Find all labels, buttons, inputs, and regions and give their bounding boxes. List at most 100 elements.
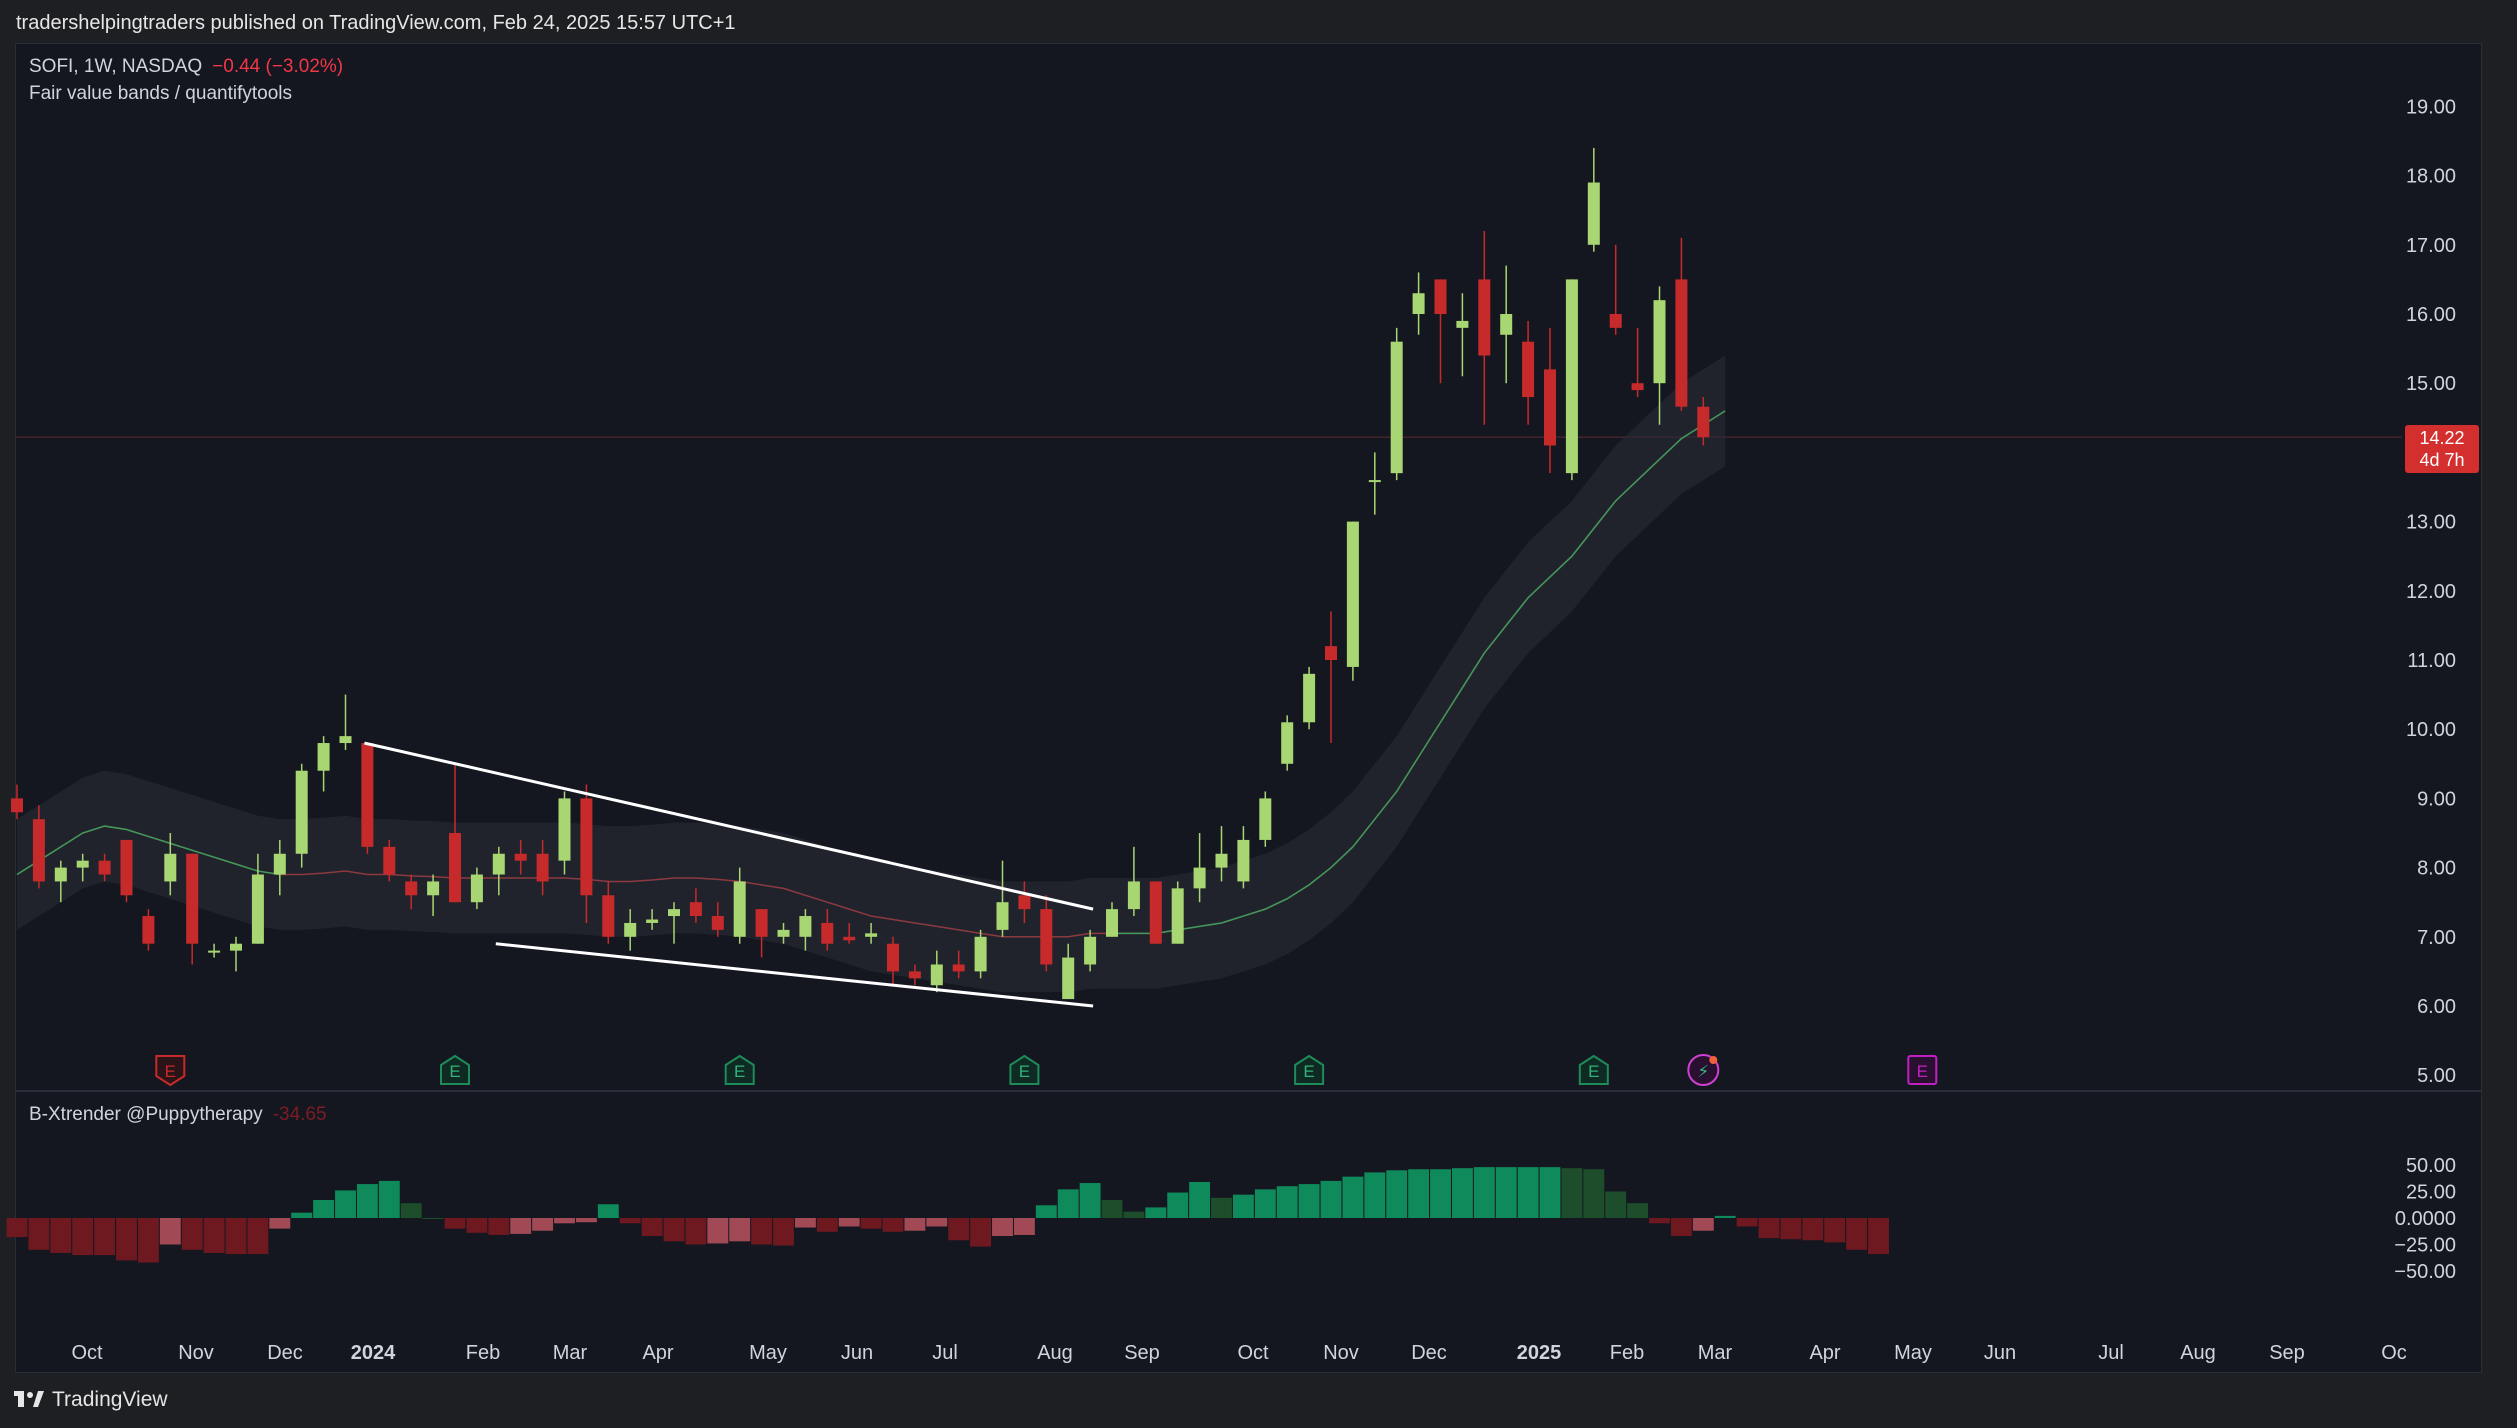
histogram-bar: [926, 1218, 948, 1227]
price-tick-label: 18.00: [2406, 166, 2456, 188]
time-tick-label: Aug: [2180, 1342, 2216, 1364]
main-legend[interactable]: SOFI, 1W, NASDAQ −0.44 (−3.02%): [29, 56, 343, 78]
earnings-marker[interactable]: E: [724, 1054, 755, 1085]
candle-body: [1412, 293, 1425, 314]
candle-body: [76, 860, 89, 868]
candle: [1675, 237, 1688, 411]
histogram-bar: [1627, 1203, 1649, 1218]
candle: [1500, 265, 1513, 384]
candle-body: [32, 819, 45, 882]
candle: [208, 943, 221, 958]
price-tick-label: 6.00: [2417, 996, 2456, 1018]
histogram-bar: [1736, 1218, 1758, 1227]
candle-body: [1456, 320, 1469, 328]
candle: [1149, 881, 1162, 944]
candle-body: [230, 943, 242, 951]
candle-body: [777, 929, 790, 937]
earnings-marker-label: E: [165, 1062, 176, 1081]
histogram-bar: [94, 1218, 116, 1256]
candle: [295, 763, 308, 868]
price-tick-label: 11.00: [2407, 650, 2456, 672]
histogram-bar: [1583, 1169, 1605, 1218]
indicator-legend[interactable]: Fair value bands / quantifytools: [29, 83, 292, 105]
time-tick-label: Oct: [71, 1342, 103, 1364]
price-tick-label: 15.00: [2406, 373, 2456, 395]
price-change: −0.44 (−3.02%): [212, 56, 344, 77]
time-tick-label: Oct: [1237, 1342, 1269, 1364]
tradingview-icon: [14, 1391, 44, 1407]
histogram-bar: [1846, 1218, 1868, 1250]
candle-body: [142, 916, 155, 944]
candle-body: [470, 874, 483, 903]
time-tick-label: Feb: [1610, 1342, 1644, 1364]
tradingview-logo[interactable]: TradingView: [14, 1388, 168, 1412]
earnings-marker-label: E: [1917, 1062, 1928, 1081]
time-tick-label: Feb: [466, 1342, 500, 1364]
candle: [1544, 327, 1556, 474]
candle-body: [1149, 881, 1162, 944]
earnings-marker[interactable]: E: [1294, 1054, 1325, 1085]
histogram-bar: [1276, 1186, 1298, 1218]
candle-body: [1171, 888, 1184, 944]
candle-body: [427, 881, 440, 896]
indicator-label[interactable]: Fair value bands / quantifytools: [29, 83, 292, 104]
histogram-bar: [882, 1218, 904, 1232]
earnings-marker[interactable]: E: [1907, 1055, 1938, 1085]
candle-body: [887, 943, 899, 972]
candle-body: [1544, 369, 1556, 446]
earnings-marker[interactable]: ⚡: [1687, 1054, 1720, 1086]
candle-body: [1303, 673, 1316, 723]
sub-legend[interactable]: B-Xtrender @Puppytherapy -34.65: [29, 1104, 327, 1126]
time-tick-label: Dec: [267, 1342, 303, 1364]
candle-body: [558, 798, 571, 861]
histogram-bar: [816, 1218, 838, 1232]
time-tick-label: Jun: [841, 1342, 873, 1364]
candle-body: [273, 853, 286, 875]
candle-body: [1675, 279, 1688, 407]
candle: [1171, 881, 1184, 944]
candle-body: [295, 770, 308, 854]
symbol-label[interactable]: SOFI, 1W, NASDAQ: [29, 56, 202, 77]
histogram-bar: [1649, 1218, 1670, 1224]
candle-body: [1587, 182, 1600, 245]
candle: [755, 909, 768, 958]
candle: [1127, 846, 1140, 917]
grid-layer: [16, 436, 2482, 1092]
candle-body: [120, 839, 133, 896]
candle: [1522, 320, 1535, 425]
fair-value-band: [17, 355, 1726, 993]
time-tick-label: Jun: [1984, 1342, 2016, 1364]
histogram-bar: [1517, 1167, 1539, 1218]
histogram-bar: [28, 1218, 50, 1250]
histogram-bar: [1167, 1192, 1189, 1218]
time-tick-label: May: [749, 1342, 787, 1364]
price-tick-label: 10.00: [2406, 719, 2456, 741]
candle: [1565, 279, 1578, 481]
histogram-bar: [247, 1218, 269, 1255]
histogram-bar: [1123, 1211, 1145, 1218]
candle-body: [186, 853, 199, 944]
candle-body: [383, 846, 396, 875]
candle-body: [1697, 406, 1710, 438]
histogram-bar: [532, 1218, 554, 1231]
candle: [120, 839, 133, 903]
earnings-marker[interactable]: E: [1009, 1054, 1040, 1085]
candle-body: [1106, 909, 1118, 937]
earnings-marker[interactable]: E: [1578, 1054, 1609, 1085]
histogram-bar: [72, 1218, 94, 1256]
candle: [1303, 666, 1316, 730]
sub-indicator-label[interactable]: B-Xtrender @Puppytherapy: [29, 1104, 263, 1125]
candle-body: [1368, 480, 1381, 483]
earnings-marker[interactable]: E: [155, 1055, 186, 1087]
fair-value-band-layer: [16, 355, 1726, 993]
earnings-marker[interactable]: E: [440, 1054, 470, 1085]
histogram-tick-label: 0.0000: [2395, 1208, 2456, 1230]
candle: [1237, 826, 1250, 889]
candle-body: [492, 853, 505, 875]
time-tick-label: Oc: [2381, 1342, 2407, 1364]
time-tick-label: Mar: [553, 1342, 588, 1364]
histogram-bar: [1320, 1180, 1342, 1218]
histogram-bar: [1254, 1189, 1276, 1218]
chart-canvas[interactable]: EEEEEE⚡E 19.0018.0017.0016.0015.0014.001…: [0, 0, 2517, 1428]
candle: [142, 909, 155, 951]
